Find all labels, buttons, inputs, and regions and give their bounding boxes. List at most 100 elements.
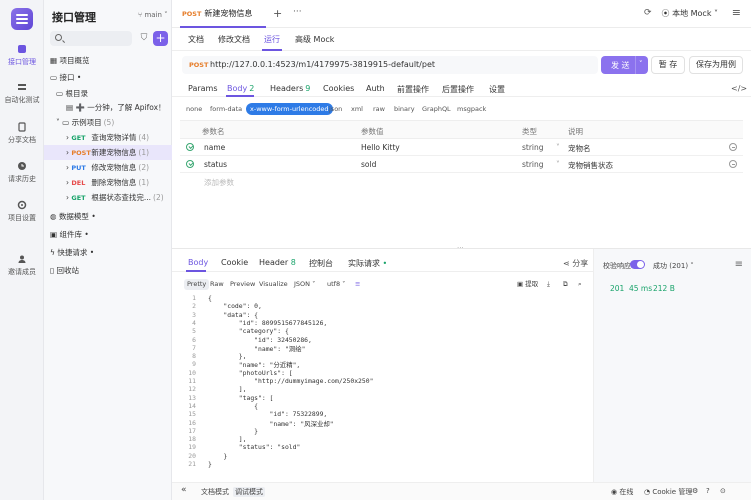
subtab-doc[interactable]: 文档: [188, 34, 204, 45]
tree-item-example[interactable]: ˅ ▭ 示例项目 (5): [44, 115, 172, 130]
resp-tab-cookie[interactable]: Cookie: [221, 258, 248, 267]
view-visualize[interactable]: Visualize: [256, 279, 291, 290]
resp-tab-header[interactable]: Header 8: [259, 258, 296, 267]
ct-msgpack[interactable]: msgpack: [457, 105, 486, 113]
chevron-down-icon[interactable]: ˅: [639, 60, 643, 68]
req-tab-post-ops[interactable]: 后置操作: [442, 84, 474, 95]
share-button[interactable]: ⋖ 分享: [563, 258, 588, 269]
copy-icon[interactable]: ⧉: [560, 279, 571, 290]
param-name[interactable]: status: [204, 160, 227, 169]
ct-xml[interactable]: xml: [351, 105, 363, 113]
wrap-icon[interactable]: ≡: [352, 279, 363, 290]
remove-icon[interactable]: [729, 143, 737, 151]
ct-form-data[interactable]: form-data: [210, 105, 242, 113]
check-circle-icon[interactable]: [186, 143, 194, 151]
environment-selector[interactable]: ⦿ 本地 Mock ˅: [662, 8, 718, 19]
param-type[interactable]: string: [522, 143, 544, 152]
menu-button[interactable]: ≡: [732, 6, 741, 19]
add-param-input[interactable]: 添加参数: [204, 177, 234, 188]
add-button[interactable]: +: [153, 31, 168, 46]
tree-item-overview[interactable]: ▦ 项目概览: [44, 53, 172, 68]
resp-tab-body[interactable]: Body: [188, 258, 208, 267]
resp-tab-actual-request[interactable]: 实际请求 •: [348, 258, 387, 269]
doc-tab-active[interactable]: POST 新建宠物信息: [182, 0, 252, 28]
ct-graphql[interactable]: GraphQL: [422, 105, 451, 113]
endpoint-row[interactable]: › POST新建宠物信息 (1): [44, 145, 172, 160]
subtab-advanced-mock[interactable]: 高级 Mock: [295, 34, 334, 45]
url-input[interactable]: POST http://127.0.0.1:4523/m1/4179975-38…: [182, 56, 598, 74]
ct-none[interactable]: none: [186, 105, 202, 113]
search-input[interactable]: [50, 31, 132, 46]
req-tab-auth[interactable]: Auth: [366, 84, 385, 93]
new-tab-button[interactable]: +: [273, 7, 282, 20]
param-value[interactable]: sold: [361, 160, 376, 169]
format-select[interactable]: JSON ˅: [291, 279, 318, 290]
chevron-down-icon[interactable]: ˅: [556, 160, 560, 169]
param-value[interactable]: Hello Kitty: [361, 143, 400, 152]
debug-mode-button[interactable]: 调试模式: [233, 487, 265, 497]
chevron-down-icon[interactable]: ˅: [556, 143, 560, 152]
param-name[interactable]: name: [204, 143, 225, 152]
collapse-icon[interactable]: «: [181, 485, 187, 495]
view-raw[interactable]: Raw: [207, 279, 227, 290]
req-tab-pre-ops[interactable]: 前置操作: [397, 84, 429, 95]
param-desc[interactable]: 宠物销售状态: [568, 160, 613, 171]
view-pretty[interactable]: Pretty: [184, 279, 210, 290]
rail-item-invite[interactable]: 邀请成员: [0, 254, 44, 277]
check-circle-icon[interactable]: [186, 160, 194, 168]
endpoint-row[interactable]: › PUT 修改宠物信息 (2): [44, 160, 172, 175]
rail-item-history[interactable]: 请求历史: [0, 161, 44, 184]
req-tab-body[interactable]: Body 2: [227, 84, 254, 93]
req-tab-cookies[interactable]: Cookies: [323, 84, 354, 93]
refresh-button[interactable]: ⟳: [644, 8, 652, 18]
save-button[interactable]: 暂 存: [651, 56, 685, 74]
tree-item-api[interactable]: ▭ 接口 •: [44, 70, 172, 85]
menu-icon[interactable]: ≡: [735, 259, 743, 270]
endpoint-row[interactable]: › GET 根据状态查找完... (2): [44, 190, 172, 205]
download-icon[interactable]: ⤓: [544, 279, 553, 290]
code-view-button[interactable]: </>: [731, 84, 747, 93]
filter-button[interactable]: ⛉: [137, 31, 151, 46]
search-icon[interactable]: ⌕: [575, 279, 585, 290]
resp-tab-console[interactable]: 控制台: [309, 258, 333, 269]
ct-urlencoded[interactable]: x-www-form-urlencoded: [246, 103, 333, 115]
rail-item-share-doc[interactable]: 分享文档: [0, 122, 44, 145]
tree-item-component[interactable]: ▣ 组件库 •: [44, 227, 172, 242]
tree-item-quick-request[interactable]: ϟ 快捷请求 •: [44, 245, 172, 260]
send-button[interactable]: 发 送 ˅: [601, 56, 648, 74]
subtab-edit-doc[interactable]: 修改文档: [218, 34, 250, 45]
branch-selector[interactable]: ⑂ main ˅: [138, 11, 168, 19]
encoding-select[interactable]: utf8 ˅: [324, 279, 348, 290]
tree-item-root[interactable]: ▭ 根目录: [44, 86, 172, 101]
response-body-code[interactable]: 1 {2 "code": 0, 3 "data": {4 "id": 8099515…: [180, 294, 591, 474]
save-as-case-button[interactable]: 保存为用例: [689, 56, 743, 74]
extract-button[interactable]: ▣ 提取: [514, 279, 541, 290]
tree-item-welcome[interactable]: ▤ ➕ 一分钟，了解 Apifox！: [44, 100, 172, 115]
view-preview[interactable]: Preview: [227, 279, 258, 290]
app-logo[interactable]: [11, 8, 33, 30]
param-desc[interactable]: 宠物名: [568, 143, 591, 154]
tree-item-data-model[interactable]: ◍ 数据模型 •: [44, 209, 172, 224]
rail-item-settings[interactable]: 项目设置: [0, 200, 44, 223]
ct-json[interactable]: json: [329, 105, 342, 113]
req-tab-params[interactable]: Params: [188, 84, 218, 93]
help-icon[interactable]: ?: [706, 487, 710, 495]
settings-icon[interactable]: ⚙: [692, 487, 698, 495]
req-tab-settings[interactable]: 设置: [489, 84, 505, 95]
notification-icon[interactable]: ⊙: [720, 487, 726, 495]
online-status[interactable]: ◉ 在线: [611, 487, 633, 497]
ct-raw[interactable]: raw: [373, 105, 385, 113]
endpoint-row[interactable]: › DEL 删除宠物信息 (1): [44, 175, 172, 190]
param-type[interactable]: string: [522, 160, 544, 169]
subtab-run[interactable]: 运行: [264, 34, 280, 45]
cookie-manager-button[interactable]: ◔ Cookie 管理: [644, 487, 692, 497]
tree-item-trash[interactable]: ▯ 回收站: [44, 263, 172, 278]
ct-binary[interactable]: binary: [394, 105, 415, 113]
remove-icon[interactable]: [729, 160, 737, 168]
validate-toggle[interactable]: [630, 260, 645, 269]
doc-mode-button[interactable]: 文档模式: [201, 487, 229, 497]
endpoint-row[interactable]: › GET 查询宠物详情 (4): [44, 130, 172, 145]
more-tabs-button[interactable]: ···: [293, 7, 302, 17]
method-selector[interactable]: POST: [189, 61, 208, 69]
req-tab-headers[interactable]: Headers 9: [270, 84, 310, 93]
